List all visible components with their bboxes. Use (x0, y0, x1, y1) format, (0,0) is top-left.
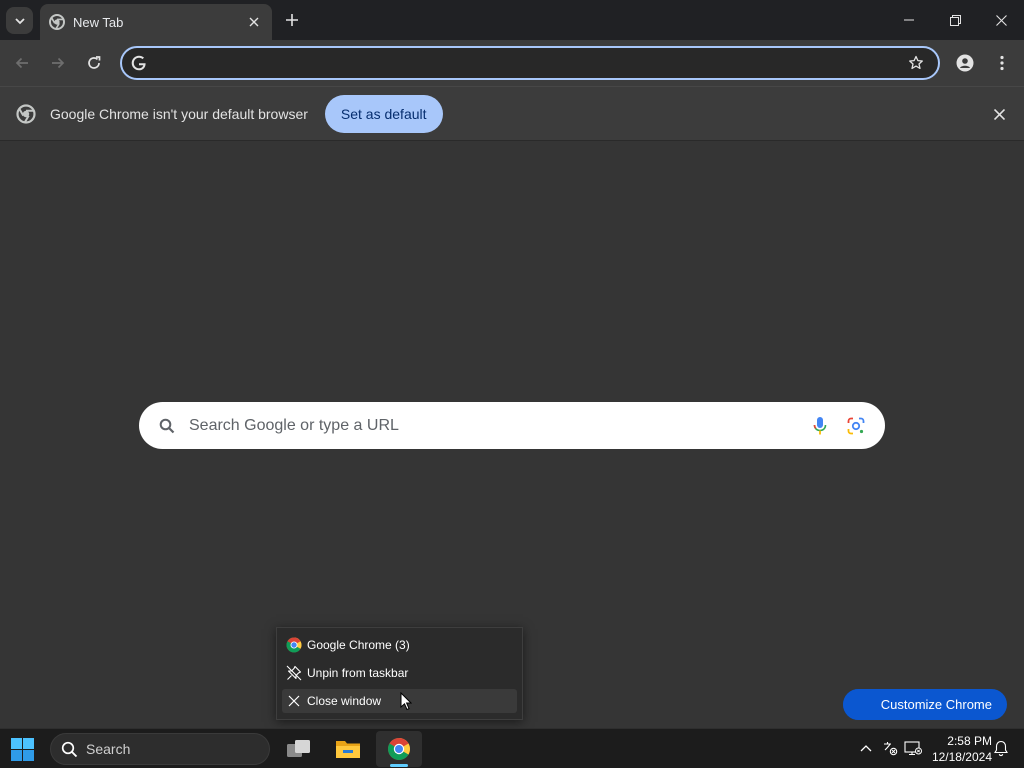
jumplist-item-google-chrome[interactable]: Google Chrome (3) (282, 633, 517, 657)
chrome-icon (388, 738, 410, 760)
mouse-cursor-icon (400, 692, 412, 711)
address-input[interactable] (154, 55, 908, 71)
start-button[interactable] (11, 738, 34, 761)
task-view-icon (287, 740, 310, 757)
clock-date: 12/18/2024 (931, 750, 992, 764)
show-hidden-icons-button[interactable] (857, 739, 875, 757)
chrome-icon (286, 637, 302, 653)
ntp-search-placeholder: Search Google or type a URL (189, 416, 399, 434)
jumplist-item-label: Google Chrome (3) (307, 638, 410, 652)
system-clock[interactable]: 2:58 PM 12/18/2024 (926, 733, 992, 765)
jumplist-item-unpin[interactable]: Unpin from taskbar (282, 661, 517, 685)
minimize-icon (904, 19, 914, 21)
restore-icon (949, 14, 961, 26)
input-settings-icon (884, 742, 898, 756)
microphone-icon (813, 416, 827, 434)
bell-icon (994, 740, 1008, 756)
chrome-icon (49, 14, 65, 30)
language-input-button[interactable] (881, 739, 899, 757)
forward-button[interactable] (44, 49, 72, 77)
chevron-up-icon (860, 745, 872, 752)
ntp-search-box[interactable]: Search Google or type a URL (139, 402, 885, 449)
close-icon (249, 17, 259, 27)
search-icon (61, 741, 78, 757)
lens-icon (847, 417, 865, 434)
voice-search-button[interactable] (807, 413, 833, 439)
restore-button[interactable] (932, 0, 978, 40)
arrow-right-icon (52, 57, 65, 69)
reload-button[interactable] (80, 49, 108, 77)
back-button[interactable] (8, 49, 36, 77)
file-explorer-button[interactable] (325, 731, 371, 767)
chrome-icon (16, 103, 36, 124)
taskbar-search[interactable]: Search (50, 733, 270, 765)
reload-icon (88, 56, 101, 69)
jumplist-item-label: Close window (307, 694, 382, 708)
tab-title: New Tab (73, 14, 124, 30)
close-icon (993, 108, 1005, 120)
default-browser-infobar: Google Chrome isn't your default browser… (0, 86, 1024, 141)
chevron-down-icon (14, 17, 25, 24)
infobar-close-button[interactable] (990, 105, 1008, 123)
network-button[interactable] (904, 739, 922, 757)
tab-new-tab[interactable]: New Tab (40, 4, 272, 40)
plus-icon (286, 14, 298, 26)
jumplist-item-label: Unpin from taskbar (307, 666, 409, 680)
tab-strip: New Tab (0, 0, 1024, 40)
folder-icon (336, 741, 360, 758)
set-as-default-button[interactable]: Set as default (324, 94, 443, 133)
profile-button[interactable] (951, 49, 979, 77)
customize-chrome-button[interactable]: Customize Chrome (843, 689, 1007, 720)
search-icon (159, 418, 175, 433)
windows-logo-icon (11, 738, 34, 761)
more-vert-icon (1000, 55, 1004, 71)
network-icon (904, 741, 922, 756)
notifications-button[interactable] (992, 739, 1010, 757)
windows-taskbar: Search 2:58 PM 12/18/2024 (0, 728, 1024, 768)
taskbar-search-label: Search (86, 741, 131, 757)
close-icon (995, 14, 1007, 26)
chrome-taskbar-button[interactable] (376, 731, 422, 767)
unpin-icon (286, 665, 302, 681)
arrow-left-icon (15, 57, 28, 69)
tab-close-button[interactable] (246, 14, 262, 30)
lens-search-button[interactable] (843, 413, 869, 439)
google-g-icon (131, 55, 146, 71)
address-bar[interactable] (120, 46, 940, 80)
task-view-button[interactable] (276, 731, 322, 767)
star-icon[interactable] (908, 55, 924, 71)
minimize-button[interactable] (886, 0, 932, 40)
clock-time: 2:58 PM (947, 734, 992, 748)
menu-button[interactable] (988, 49, 1016, 77)
profile-icon (956, 54, 974, 72)
infobar-message: Google Chrome isn't your default browser (50, 105, 308, 122)
close-icon (286, 693, 302, 709)
tab-search-button[interactable] (6, 7, 33, 34)
toolbar (0, 40, 1024, 86)
new-tab-button[interactable] (280, 8, 304, 32)
active-app-indicator (390, 764, 408, 767)
close-window-button[interactable] (978, 0, 1024, 40)
